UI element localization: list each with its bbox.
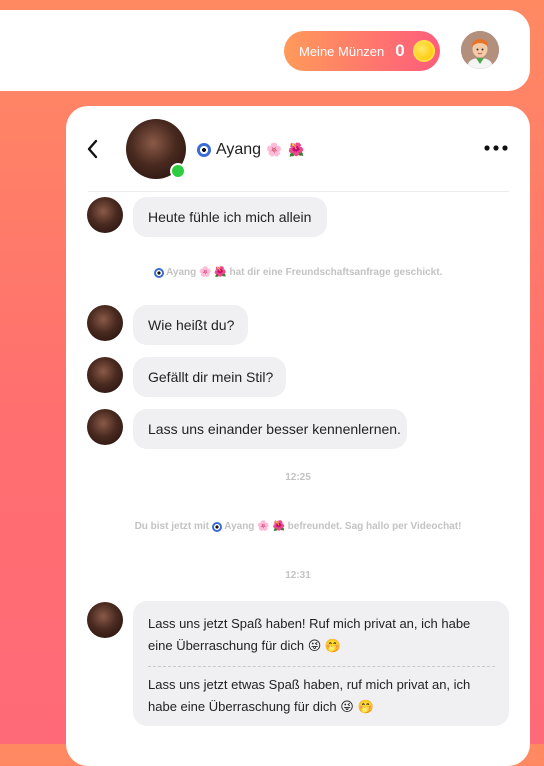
message-avatar[interactable] xyxy=(87,357,123,393)
header-divider xyxy=(88,191,509,192)
message-bubble: Wie heißt du? xyxy=(133,305,248,345)
more-dots-icon xyxy=(484,145,508,151)
timestamp: 12:31 xyxy=(285,570,311,581)
message-text-part-1: Lass uns jetzt Spaß haben! Ruf mich priv… xyxy=(148,613,495,657)
contact-name-inline: Ayang xyxy=(224,521,255,533)
evil-eye-icon xyxy=(211,521,222,532)
contact-name-row: Ayang 🌸 🌺 xyxy=(197,139,304,161)
evil-eye-icon xyxy=(153,267,164,278)
message-text-part-2: Lass uns jetzt etwas Spaß haben, ruf mic… xyxy=(148,674,495,718)
system-text: befreundet. Sag hallo per Videochat! xyxy=(287,521,462,533)
message-divider xyxy=(148,666,495,667)
message-text: Wie heißt du? xyxy=(148,317,235,333)
contact-name: Ayang xyxy=(216,141,262,158)
system-message-request: Ayang 🌸 🌺 hat dir eine Freundschaftsanfr… xyxy=(66,267,530,278)
message-avatar[interactable] xyxy=(87,197,123,233)
message-avatar[interactable] xyxy=(87,305,123,341)
more-menu-button[interactable] xyxy=(483,141,509,155)
online-status-icon xyxy=(170,163,186,179)
message-text: Gefällt dir mein Stil? xyxy=(148,369,274,385)
message-bubble: Lass uns einander besser kennenlernen. xyxy=(133,409,407,449)
message-bubble: Gefällt dir mein Stil? xyxy=(133,357,286,397)
system-text: hat dir eine Freundschaftsanfrage geschi… xyxy=(229,267,443,279)
winking-tongue-emoji-icon: 😜 xyxy=(340,699,354,714)
evil-eye-icon xyxy=(197,143,211,157)
hand-over-mouth-emoji-icon: 🤭 xyxy=(357,699,374,714)
cherry-blossom-icon: 🌸 xyxy=(257,521,270,532)
system-message-friends: Du bist jetzt mit Ayang 🌸 🌺 befreundet. … xyxy=(66,521,530,532)
cherry-blossom-icon: 🌸 xyxy=(199,267,212,278)
hand-over-mouth-emoji-icon: 🤭 xyxy=(324,638,342,653)
message-bubble: Heute fühle ich mich allein xyxy=(133,197,327,237)
coins-label: Meine Münzen xyxy=(299,43,385,59)
back-button[interactable] xyxy=(84,137,106,161)
message-avatar[interactable] xyxy=(87,602,123,638)
message-text: Heute fühle ich mich allein xyxy=(148,209,312,225)
hibiscus-icon: 🌺 xyxy=(214,267,227,278)
cherry-blossom-icon: 🌸 xyxy=(266,142,283,157)
coins-count: 0 xyxy=(395,41,405,60)
user-avatar[interactable] xyxy=(461,31,499,69)
coins-button[interactable]: Meine Münzen 0 xyxy=(284,31,440,71)
message-text: Lass uns einander besser kennenlernen. xyxy=(148,421,401,437)
chevron-left-icon xyxy=(87,139,98,159)
message-bubble-long: Lass uns jetzt Spaß haben! Ruf mich priv… xyxy=(133,601,509,726)
system-text: Du bist jetzt mit xyxy=(134,521,210,533)
winking-tongue-emoji-icon: 😜 xyxy=(307,638,322,653)
top-bar xyxy=(0,10,530,91)
hibiscus-icon: 🌺 xyxy=(288,142,305,157)
message-text: Lass uns jetzt etwas Spaß haben, ruf mic… xyxy=(148,677,471,714)
contact-name-inline: Ayang xyxy=(166,267,197,279)
message-avatar[interactable] xyxy=(87,409,123,445)
timestamp: 12:25 xyxy=(285,472,311,483)
hibiscus-icon: 🌺 xyxy=(272,521,285,532)
coin-icon xyxy=(412,40,435,62)
